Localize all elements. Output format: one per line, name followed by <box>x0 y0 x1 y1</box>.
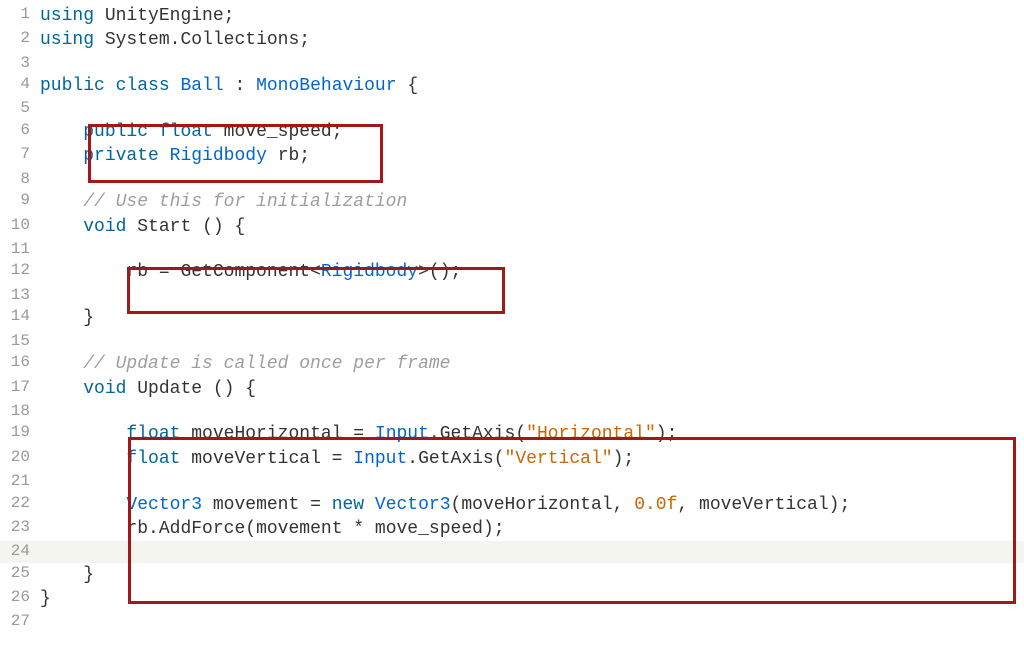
line-number: 9 <box>0 190 40 214</box>
code-token: void <box>83 217 126 237</box>
code-token: // Update is called once per frame <box>83 354 450 374</box>
code-token <box>126 379 137 399</box>
line-number: 15 <box>0 331 40 353</box>
code-line: 5 <box>0 98 1024 120</box>
code-token <box>94 6 105 26</box>
line-number: 8 <box>0 169 40 191</box>
code-line: 10 void Start () { <box>0 215 1024 239</box>
code-token: System <box>105 30 170 50</box>
line-content: // Update is called once per frame <box>40 352 1024 376</box>
code-token <box>40 192 83 212</box>
line-content <box>40 239 1024 261</box>
code-token: Collections <box>180 30 299 50</box>
line-number: 27 <box>0 611 40 633</box>
line-number: 4 <box>0 74 40 98</box>
code-token <box>40 354 83 374</box>
code-token <box>94 30 105 50</box>
code-token: { <box>397 76 419 96</box>
code-token <box>40 146 83 166</box>
code-token: using <box>40 6 94 26</box>
code-token: Start <box>137 217 191 237</box>
line-content: void Update () { <box>40 377 1024 401</box>
code-token: ; <box>299 30 310 50</box>
line-number: 10 <box>0 215 40 239</box>
line-number: 5 <box>0 98 40 120</box>
code-token: MonoBehaviour <box>256 76 396 96</box>
code-line: 4public class Ball : MonoBehaviour { <box>0 74 1024 98</box>
code-token: ; <box>224 6 235 26</box>
code-token: public <box>40 76 105 96</box>
code-token: () { <box>202 379 256 399</box>
line-number: 19 <box>0 422 40 446</box>
code-token <box>105 76 116 96</box>
line-number: 1 <box>0 4 40 28</box>
code-token <box>40 217 83 237</box>
line-number: 20 <box>0 447 40 471</box>
code-token: class <box>116 76 170 96</box>
line-content <box>40 611 1024 633</box>
code-token: () { <box>191 217 245 237</box>
code-token: . <box>170 30 181 50</box>
code-token <box>40 449 126 469</box>
code-token <box>40 379 83 399</box>
line-content: using System.Collections; <box>40 28 1024 52</box>
line-content: // Use this for initialization <box>40 190 1024 214</box>
line-number: 18 <box>0 401 40 423</box>
code-token: } <box>40 308 94 328</box>
code-token: Update <box>137 379 202 399</box>
line-content <box>40 331 1024 353</box>
code-token: // Use this for initialization <box>83 192 407 212</box>
code-token: : <box>224 76 256 96</box>
line-number: 11 <box>0 239 40 261</box>
line-number: 21 <box>0 471 40 493</box>
code-token <box>40 122 83 142</box>
line-number: 24 <box>0 541 40 563</box>
code-token <box>40 262 126 282</box>
line-number: 2 <box>0 28 40 52</box>
line-number: 23 <box>0 517 40 541</box>
line-number: 26 <box>0 587 40 611</box>
line-number: 13 <box>0 285 40 307</box>
code-line: 11 <box>0 239 1024 261</box>
code-token: Ball <box>180 76 223 96</box>
code-token <box>40 424 126 444</box>
line-number: 17 <box>0 377 40 401</box>
code-line: 9 // Use this for initialization <box>0 190 1024 214</box>
code-token: } <box>40 589 51 609</box>
line-number: 25 <box>0 563 40 587</box>
code-token: } <box>40 565 94 585</box>
code-line: 18 <box>0 401 1024 423</box>
highlight-box-declarations <box>88 124 383 183</box>
line-content: public class Ball : MonoBehaviour { <box>40 74 1024 98</box>
line-number: 16 <box>0 352 40 376</box>
code-line: 1using UnityEngine; <box>0 4 1024 28</box>
highlight-box-start-body <box>127 267 505 314</box>
line-content: using UnityEngine; <box>40 4 1024 28</box>
line-number: 7 <box>0 144 40 168</box>
line-number: 3 <box>0 53 40 75</box>
highlight-box-update-body <box>128 437 1016 604</box>
code-line: 2using System.Collections; <box>0 28 1024 52</box>
line-number: 14 <box>0 306 40 330</box>
line-content <box>40 401 1024 423</box>
code-token: using <box>40 30 94 50</box>
line-content: void Start () { <box>40 215 1024 239</box>
line-number: 12 <box>0 260 40 284</box>
line-content <box>40 53 1024 75</box>
code-token <box>40 495 126 515</box>
code-line: 15 <box>0 331 1024 353</box>
code-token: UnityEngine <box>105 6 224 26</box>
code-token: void <box>83 379 126 399</box>
code-line: 16 // Update is called once per frame <box>0 352 1024 376</box>
code-token <box>40 519 126 539</box>
line-number: 6 <box>0 120 40 144</box>
code-line: 17 void Update () { <box>0 377 1024 401</box>
code-token <box>170 76 181 96</box>
line-content <box>40 98 1024 120</box>
code-line: 3 <box>0 53 1024 75</box>
code-line: 27 <box>0 611 1024 633</box>
line-number: 22 <box>0 493 40 517</box>
code-token <box>126 217 137 237</box>
